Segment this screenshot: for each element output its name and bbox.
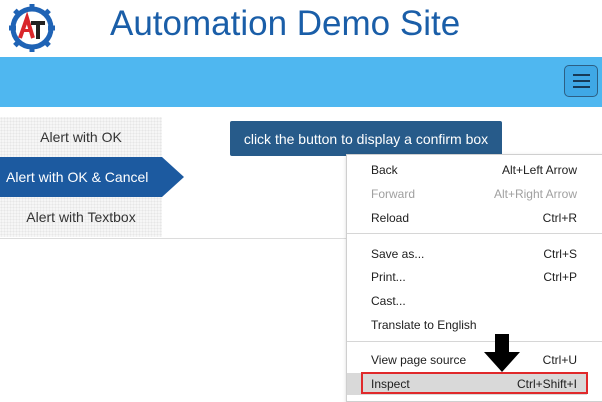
- menu-item-shortcut: Ctrl+U: [542, 353, 577, 367]
- menu-item-shortcut: Ctrl+S: [543, 247, 577, 261]
- menu-item-label: Forward: [371, 187, 416, 201]
- tab-label: Alert with OK & Cancel: [6, 169, 149, 185]
- menu-item-label: Translate to English: [371, 318, 477, 332]
- tab-alert-textbox[interactable]: Alert with Textbox: [0, 197, 162, 237]
- menu-item-save-as[interactable]: Save as... Ctrl+S: [347, 243, 587, 265]
- menu-item-label: Reload: [371, 211, 410, 225]
- hamburger-icon-line: [573, 86, 590, 88]
- menu-separator: [347, 341, 602, 342]
- menu-item-label: View page source: [371, 353, 467, 367]
- menu-item-shortcut: Ctrl+Shift+I: [516, 377, 577, 391]
- menu-item-label: Inspect: [371, 377, 410, 391]
- context-menu: Back Alt+Left Arrow Forward Alt+Right Ar…: [346, 154, 602, 402]
- menu-item-reload[interactable]: Reload Ctrl+R: [347, 207, 587, 229]
- menu-item-label: Cast...: [371, 294, 406, 308]
- tab-alert-ok[interactable]: Alert with OK: [0, 117, 162, 157]
- hamburger-icon-line: [573, 80, 590, 82]
- menu-item-cast[interactable]: Cast...: [347, 290, 587, 312]
- tab-alert-ok-cancel[interactable]: Alert with OK & Cancel: [0, 157, 184, 197]
- site-title: Automation Demo Site: [110, 4, 461, 43]
- hamburger-menu-button[interactable]: [564, 65, 598, 97]
- menu-item-translate[interactable]: Translate to English: [347, 314, 587, 336]
- top-navbar: [0, 57, 602, 107]
- menu-item-label: Save as...: [371, 247, 425, 261]
- tab-label: Alert with Textbox: [26, 209, 136, 225]
- tab-label: Alert with OK: [40, 129, 122, 145]
- menu-item-print[interactable]: Print... Ctrl+P: [347, 266, 587, 288]
- menu-item-shortcut: Alt+Left Arrow: [501, 163, 577, 177]
- menu-item-shortcut: Alt+Right Arrow: [493, 187, 577, 201]
- menu-item-shortcut: Ctrl+P: [543, 270, 577, 284]
- content-divider: [0, 238, 346, 239]
- menu-item-shortcut: Ctrl+R: [542, 211, 577, 225]
- menu-item-label: Print...: [371, 270, 406, 284]
- menu-item-label: Back: [371, 163, 398, 177]
- site-logo-icon[interactable]: [6, 4, 58, 52]
- menu-item-forward[interactable]: Forward Alt+Right Arrow: [347, 183, 587, 205]
- menu-separator: [347, 233, 602, 234]
- menu-item-inspect[interactable]: Inspect Ctrl+Shift+I: [347, 373, 587, 395]
- menu-item-back[interactable]: Back Alt+Left Arrow: [347, 159, 587, 181]
- confirm-box-button[interactable]: click the button to display a confirm bo…: [230, 121, 502, 156]
- hamburger-icon: [573, 74, 590, 76]
- down-arrow-icon: [484, 334, 520, 372]
- menu-item-view-source[interactable]: View page source Ctrl+U: [347, 349, 587, 371]
